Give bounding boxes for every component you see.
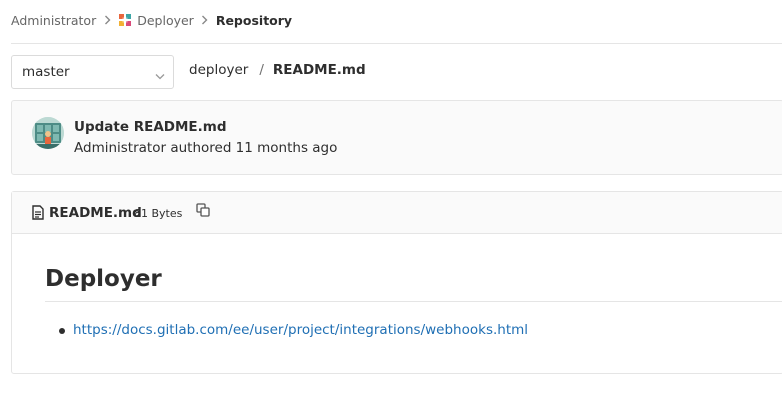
chevron-right-icon bbox=[198, 15, 212, 25]
file-viewer: README.md 81 Bytes Deployer https://docs… bbox=[11, 191, 782, 374]
file-text-icon bbox=[32, 205, 44, 224]
readme-heading: Deployer bbox=[45, 266, 162, 292]
project-avatar-icon bbox=[118, 13, 132, 27]
file-size: 81 Bytes bbox=[134, 207, 183, 220]
avatar[interactable] bbox=[32, 117, 64, 149]
chevron-right-icon bbox=[100, 15, 114, 25]
file-header: README.md 81 Bytes bbox=[12, 192, 782, 234]
file-path: deployer / README.md bbox=[189, 62, 366, 78]
header-divider bbox=[11, 43, 782, 44]
commit-author-meta: Administrator authored 11 months ago bbox=[74, 140, 338, 156]
breadcrumb-item-administrator[interactable]: Administrator bbox=[11, 13, 96, 28]
readme-link[interactable]: https://docs.gitlab.com/ee/user/project/… bbox=[73, 322, 528, 338]
commit-title-link[interactable]: Update README.md bbox=[74, 119, 227, 135]
path-file-name: README.md bbox=[272, 62, 366, 78]
copy-file-path-button[interactable] bbox=[195, 202, 211, 218]
path-project-link[interactable]: deployer bbox=[189, 62, 248, 78]
copy-icon bbox=[196, 203, 210, 217]
file-name: README.md bbox=[49, 205, 142, 221]
path-separator: / bbox=[259, 62, 264, 78]
branch-selector[interactable]: master bbox=[11, 55, 174, 89]
breadcrumb-item-deployer[interactable]: Deployer bbox=[137, 13, 194, 28]
readme-heading-divider bbox=[45, 301, 782, 302]
branch-selector-value: master bbox=[22, 64, 70, 80]
list-bullet bbox=[59, 328, 65, 334]
breadcrumb-item-repository[interactable]: Repository bbox=[216, 13, 292, 28]
breadcrumb: Administrator Deployer Repository bbox=[11, 11, 292, 29]
chevron-down-icon bbox=[155, 68, 165, 84]
last-commit-panel: Update README.md Administrator authored … bbox=[11, 100, 782, 175]
